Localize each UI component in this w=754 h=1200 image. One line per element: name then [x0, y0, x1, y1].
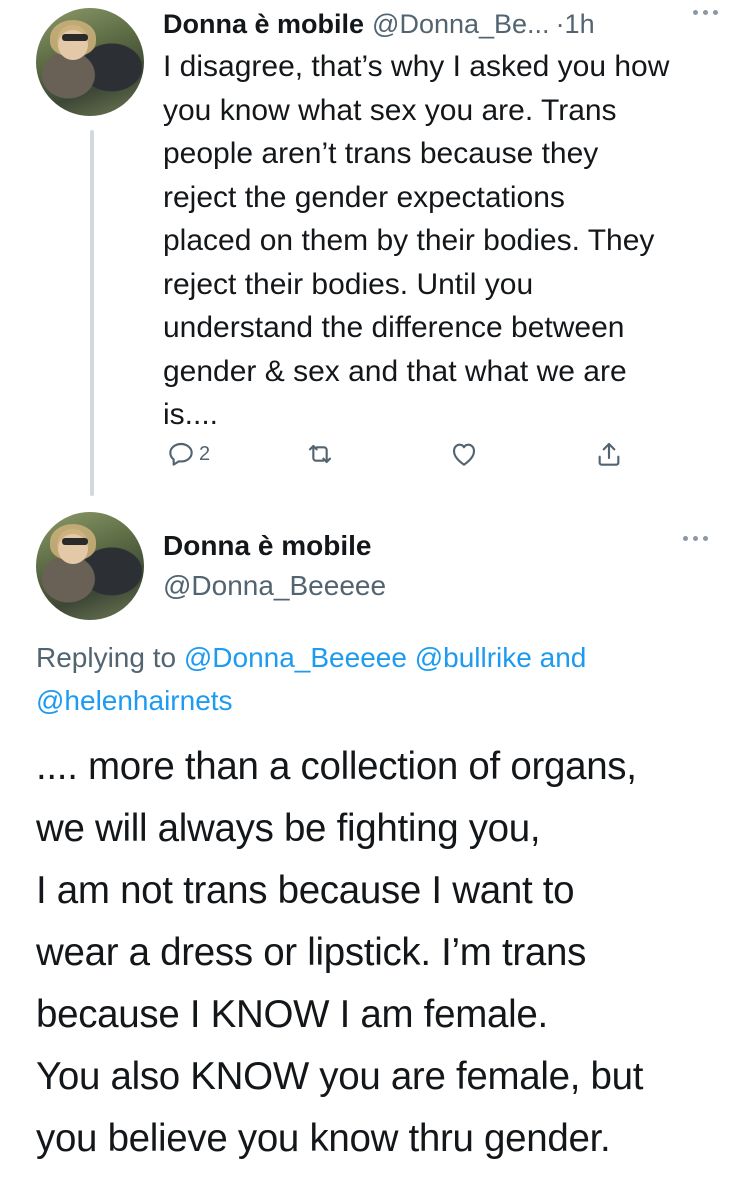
author-handle[interactable]: @Donna_Be...	[372, 9, 550, 40]
tweet-time[interactable]: ·1h	[556, 9, 595, 40]
mention-link[interactable]: @helenhairnets	[36, 685, 233, 716]
avatar-glasses	[62, 34, 88, 41]
share-icon	[598, 442, 620, 466]
tweet-text-line: understand the difference between	[163, 311, 625, 344]
reply-button[interactable]: 2	[165, 438, 210, 470]
tweet-text-line: .... more than a collection of organs,	[36, 745, 637, 788]
tweet-text-line: is....	[163, 398, 219, 431]
retweet-button[interactable]	[304, 438, 336, 470]
more-options-button[interactable]	[693, 10, 718, 15]
like-button[interactable]	[448, 438, 480, 470]
share-button[interactable]	[593, 438, 625, 470]
tweet-text-line: placed on them by their bodies. They	[163, 224, 655, 257]
more-icon	[683, 536, 708, 541]
replying-to: Replying to @Donna_Beeeee @bullrike and …	[36, 636, 736, 722]
like-icon	[452, 443, 476, 466]
tweet-text-line: people aren’t trans because they	[163, 137, 599, 170]
avatar[interactable]	[36, 8, 144, 116]
tweet-text-line: you believe you know thru gender.	[36, 1117, 611, 1160]
tweet-text-line: I disagree, that’s why I asked you how	[163, 50, 670, 83]
tweet-text: I disagree, that’s why I asked you how y…	[163, 45, 743, 437]
tweet-text-line: You also KNOW you are female, but	[36, 1055, 644, 1098]
author-handle[interactable]: @Donna_Beeeee	[163, 570, 386, 602]
author-name[interactable]: Donna è mobile	[163, 9, 364, 40]
replying-joiner: and	[531, 642, 587, 673]
avatar[interactable]	[36, 512, 144, 620]
tweet-text-line: wear a dress or lipstick. I’m trans	[36, 931, 587, 974]
mention-link[interactable]: @Donna_Beeeee	[184, 642, 407, 673]
tweet-text-line: gender & sex and that what we are	[163, 354, 627, 388]
author-name[interactable]: Donna è mobile	[163, 530, 371, 562]
mention-link[interactable]: @bullrike	[415, 642, 532, 673]
more-options-button[interactable]	[683, 536, 708, 541]
replying-prefix: Replying to	[36, 642, 184, 673]
retweet-icon	[308, 444, 332, 464]
tweet-text-line: reject their bodies. Until you	[163, 267, 534, 301]
tweet-header: Donna è mobile @Donna_Be... ·1h	[163, 4, 595, 44]
tweet-text-line: I am not trans because I want to	[36, 869, 575, 912]
tweet-text: .... more than a collection of organs, w…	[36, 736, 746, 1170]
thread-line	[90, 130, 94, 496]
tweet-text-line: because I KNOW I am female.	[36, 993, 548, 1036]
tweet-text-line: you know what sex you are. Trans	[163, 93, 617, 127]
reply-count: 2	[199, 442, 211, 465]
avatar-glasses	[62, 538, 88, 545]
tweet-text-line: we will always be fighting you,	[36, 807, 541, 850]
tweet-text-line: reject the gender expectations	[163, 180, 565, 214]
more-icon	[693, 10, 718, 15]
reply-icon	[169, 442, 193, 466]
